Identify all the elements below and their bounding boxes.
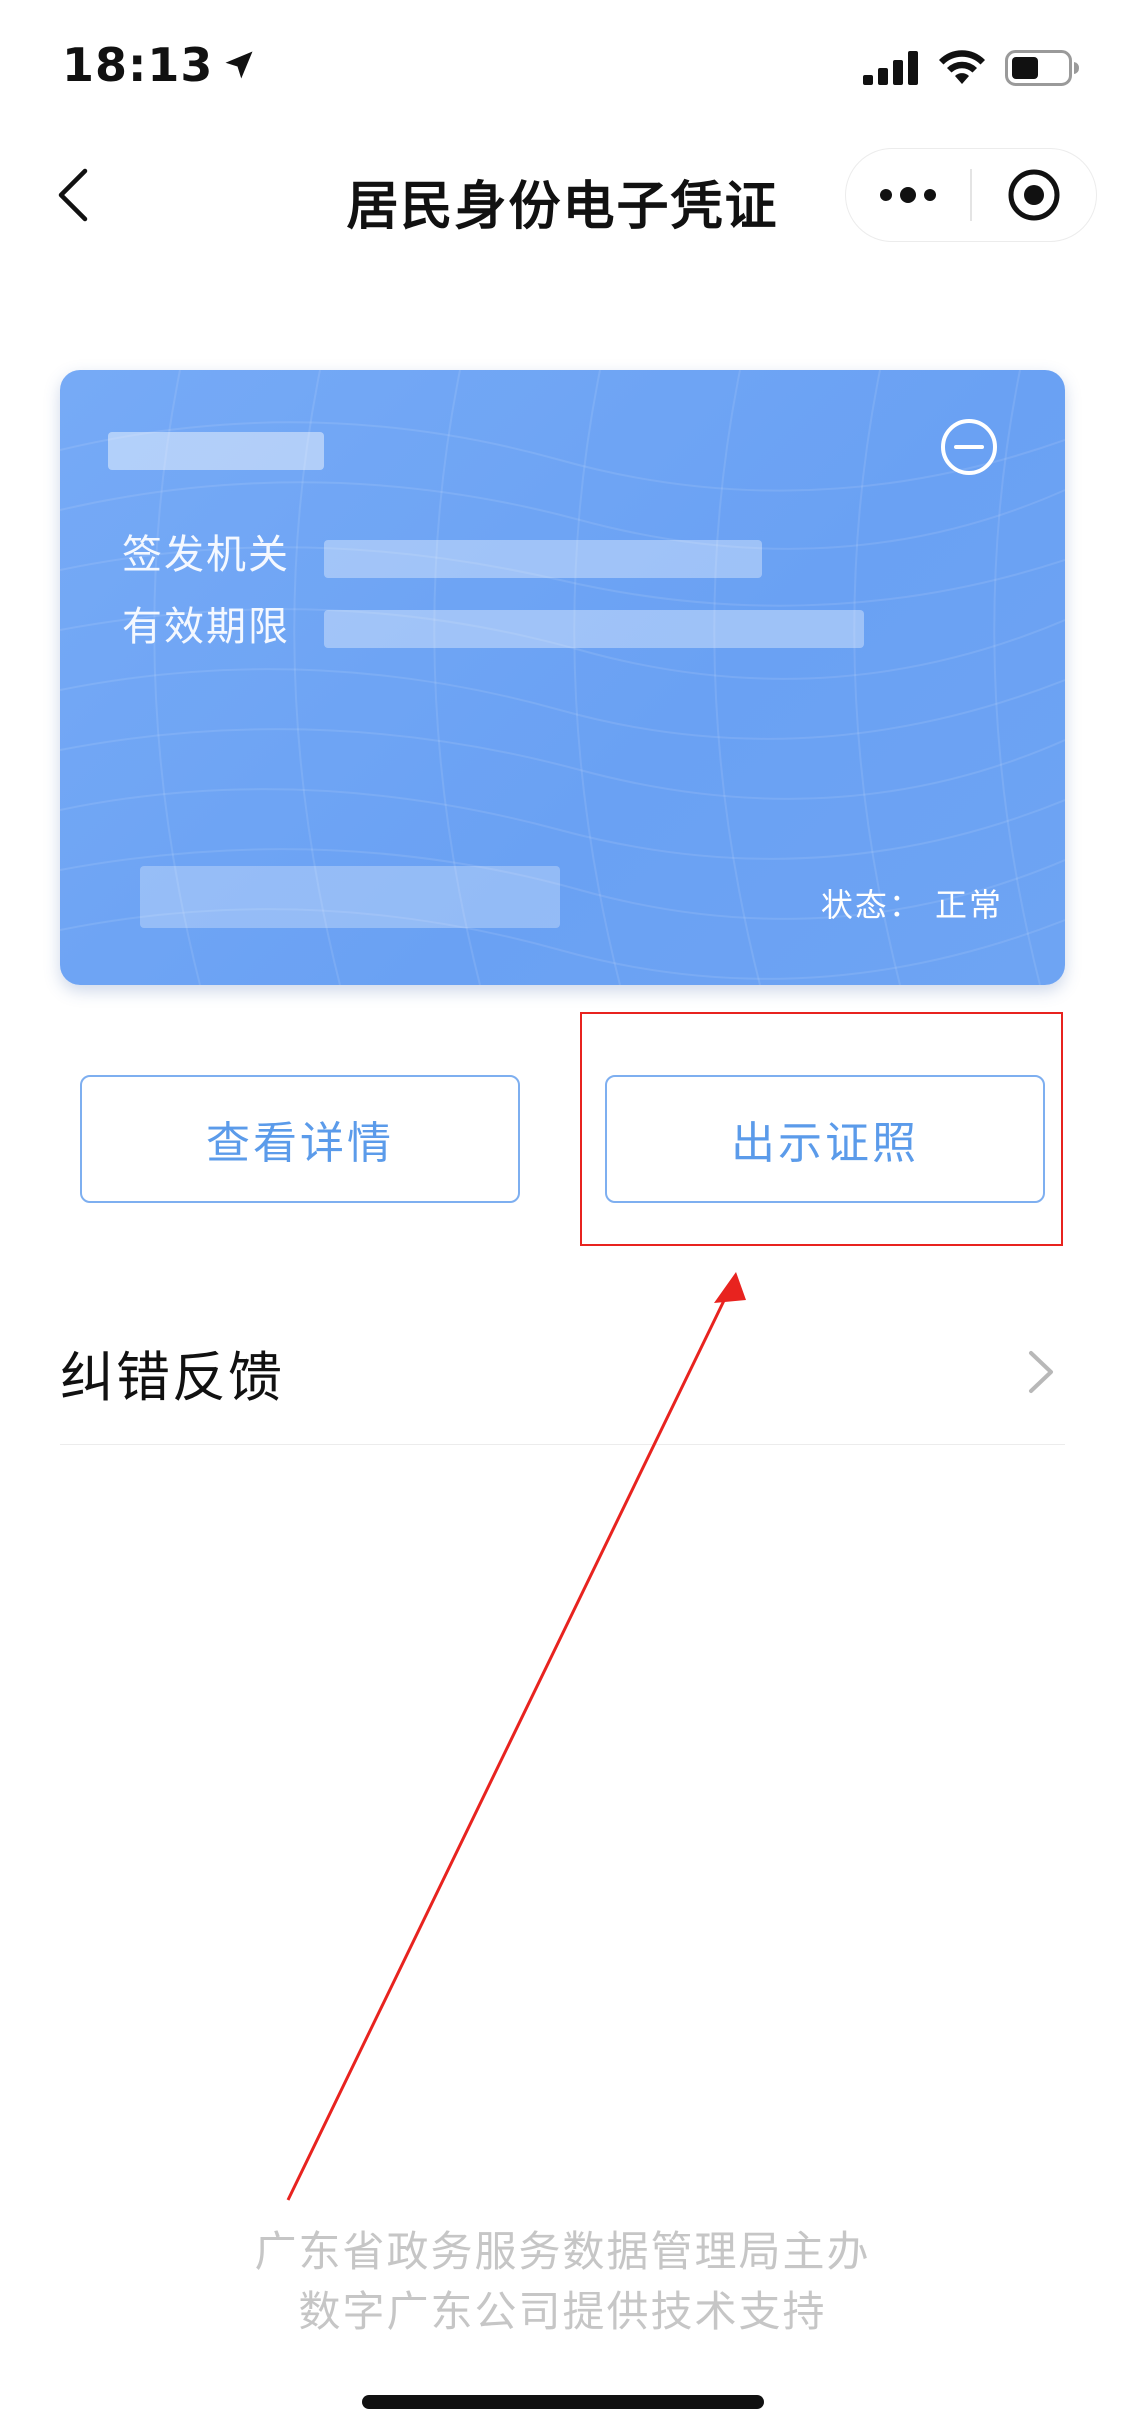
miniprogram-capsule [845, 148, 1097, 242]
wifi-icon [939, 50, 985, 84]
view-details-button[interactable]: 查看详情 [80, 1075, 520, 1203]
redacted-id-number [140, 866, 560, 928]
red-arrow-annotation [286, 1272, 746, 2201]
home-indicator [362, 2395, 764, 2409]
nav-bar: 居民身份电子凭证 [0, 140, 1125, 250]
close-miniprogram-button[interactable] [972, 149, 1096, 241]
more-dots-icon [880, 187, 936, 203]
status-icons [863, 50, 1081, 86]
footer-line-1: 广东省政务服务数据管理局主办 [254, 2227, 871, 2276]
cellular-signal-icon [863, 51, 918, 85]
id-card[interactable]: 签发机关 有效期限 状态： 正常 [60, 370, 1065, 985]
redacted-name [108, 432, 324, 470]
authority-label: 签发机关 [122, 532, 290, 578]
feedback-row[interactable]: 纠错反馈 [60, 1300, 1065, 1445]
footer-line-2: 数字广东公司提供技术支持 [298, 2287, 827, 2336]
status-time-text: 18:13 [62, 38, 214, 92]
footer: 广东省政务服务数据管理局主办 数字广东公司提供技术支持 [0, 2222, 1125, 2342]
chevron-right-icon [1029, 1351, 1053, 1393]
feedback-label: 纠错反馈 [60, 1345, 284, 1409]
location-arrow-icon [225, 51, 253, 79]
more-button[interactable] [846, 149, 970, 241]
redacted-authority [324, 540, 762, 578]
card-status: 状态： 正常 [820, 886, 1003, 924]
show-certificate-button[interactable]: 出示证照 [605, 1075, 1045, 1203]
validity-label: 有效期限 [122, 604, 290, 650]
minus-circle-icon[interactable] [940, 418, 998, 476]
battery-icon [1005, 50, 1079, 86]
target-circle-icon [1008, 169, 1060, 221]
status-bar: 18:13 [0, 0, 1125, 140]
status-time: 18:13 [62, 38, 257, 92]
redacted-validity [324, 610, 864, 648]
